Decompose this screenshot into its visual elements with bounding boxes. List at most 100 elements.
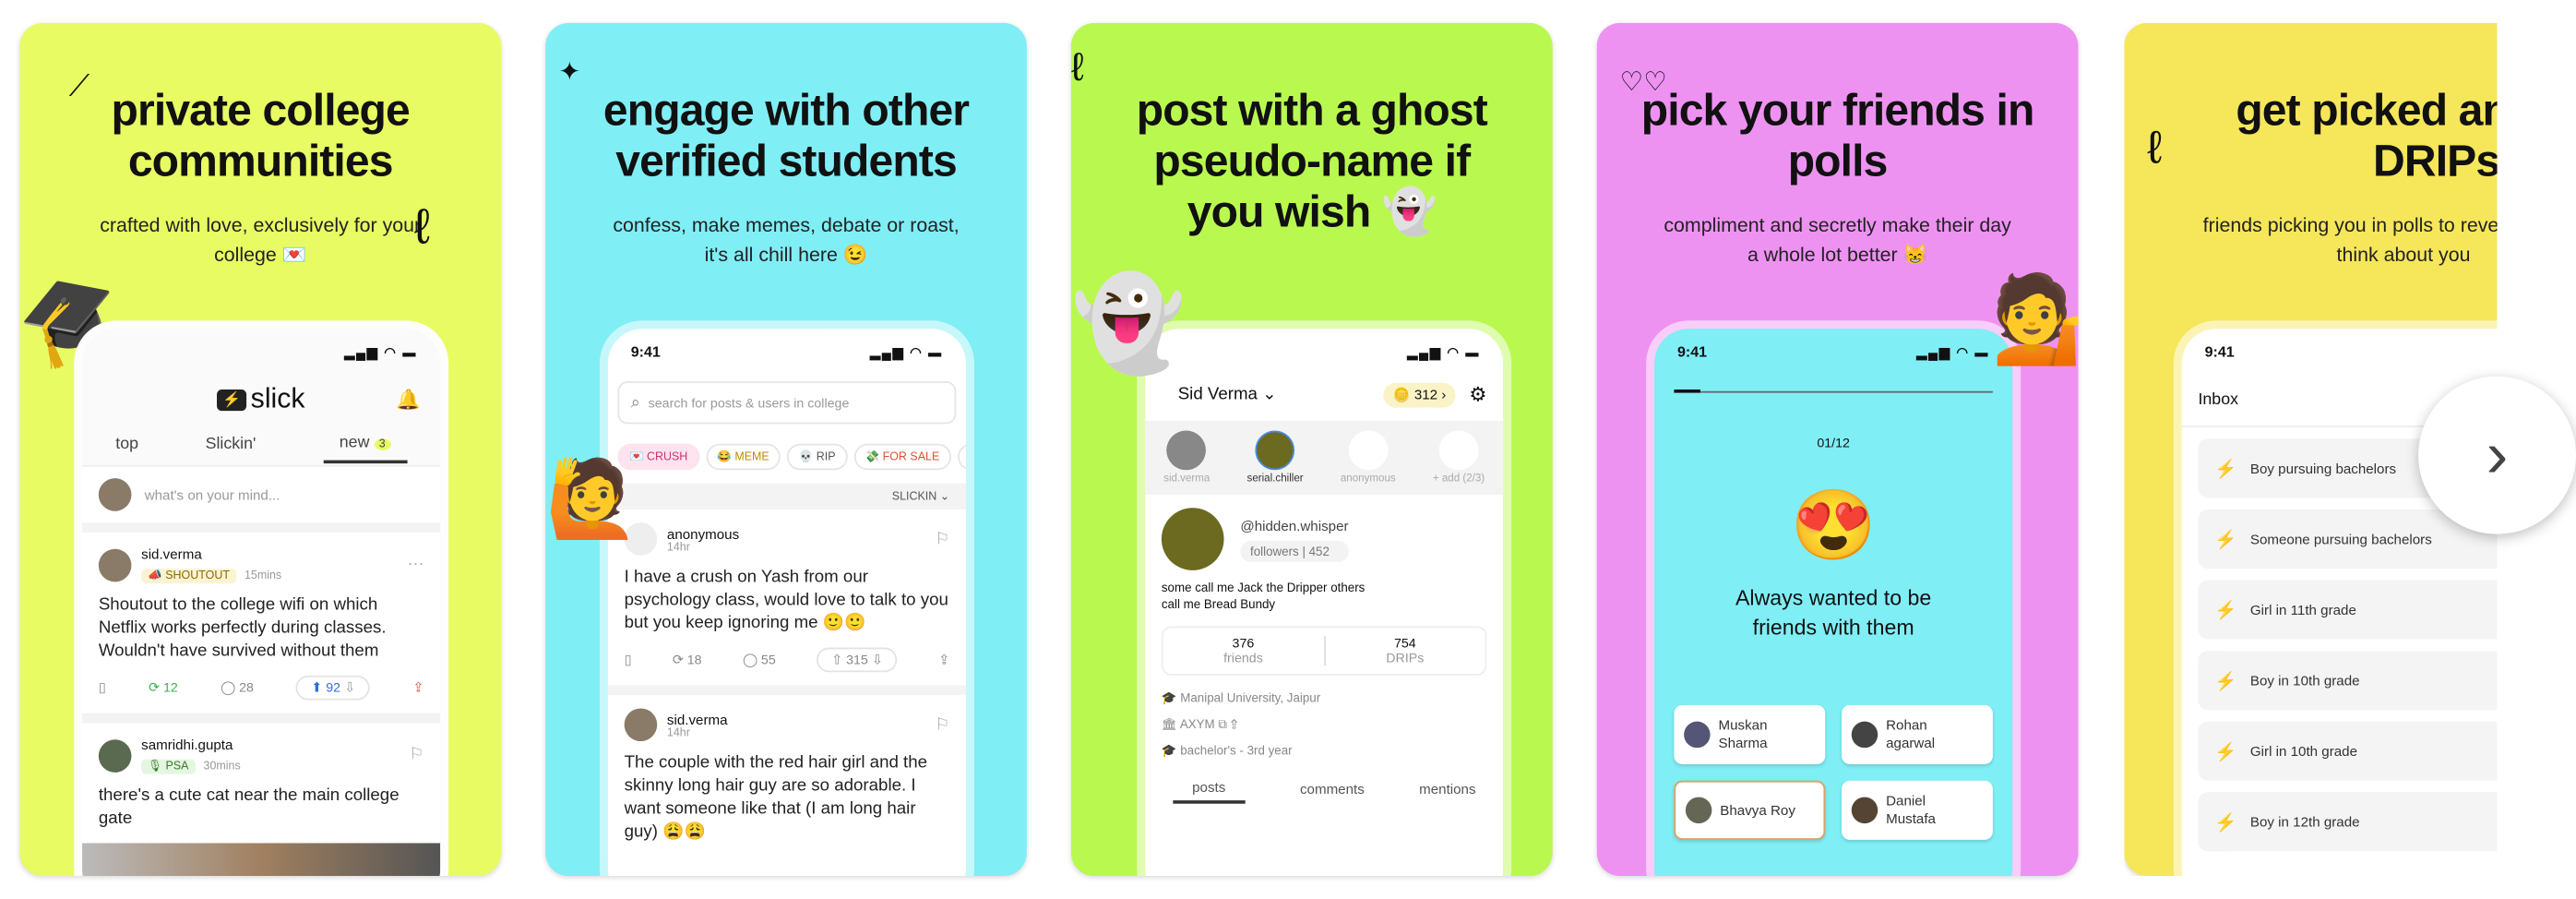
headline: engage with other verified students <box>602 85 970 186</box>
poll-option[interactable]: Daniel Mustafa <box>1842 780 1993 840</box>
post-text: The couple with the red hair girl and th… <box>624 752 928 842</box>
avatar <box>624 708 658 742</box>
tab-posts[interactable]: posts <box>1172 774 1246 804</box>
chip-more[interactable]: 📦 L <box>957 443 966 471</box>
inbox-item[interactable]: ⚡ Girl in 11th grade <box>2198 580 2498 640</box>
subtitle: friends picking you in polls to reveal w… <box>2202 213 2498 267</box>
coins-button[interactable]: 🪙 312 › <box>1383 381 1457 407</box>
post-image <box>82 843 441 877</box>
lightning-icon: ⚡ <box>2214 600 2237 621</box>
comment-button[interactable]: ◯ 55 <box>743 653 776 667</box>
poll-question: Always wanted to be friends with them <box>1735 584 1932 640</box>
post[interactable]: samridhi.gupta 🎙 PSA 30mins ⚐ there's a c… <box>82 713 441 877</box>
screenshot-card-4[interactable]: ♡♡ pick your friends in polls compliment… <box>1596 22 2079 877</box>
avatar <box>98 547 132 581</box>
headline: pick your friends in polls <box>1640 85 2035 186</box>
post-username: samridhi.gupta <box>141 736 233 753</box>
flag-icon[interactable]: ⚐ <box>935 715 949 734</box>
chip-for-sale[interactable]: 💸 FOR SALE <box>853 443 951 471</box>
inbox-item-label: Girl in 11th grade <box>2249 601 2356 618</box>
year-info: 🎓 bachelor's - 3rd year <box>1161 742 1293 758</box>
account-serial-chiller[interactable]: serial.chiller <box>1247 430 1304 485</box>
post-username: anonymous <box>666 524 740 542</box>
poll-counter: 01/12 <box>1817 435 1850 450</box>
flag-icon[interactable]: ⚐ <box>935 530 949 548</box>
screenshot-carousel: ⟋ private college communities crafted wi… <box>0 0 2576 899</box>
bookmark-icon[interactable]: ▯ <box>625 653 632 667</box>
swirl-icon: ℓ <box>413 200 430 255</box>
repost-button[interactable]: ⟳ 18 <box>673 653 702 667</box>
gear-icon[interactable]: ⚙ <box>1469 383 1486 406</box>
college-code: 🏛 AXYM ⧉ ⇪ <box>1161 716 1238 732</box>
lightning-icon: ⚡ <box>2214 459 2237 480</box>
status-icons: ▂▄▆ ◠ ▬ <box>344 344 418 360</box>
share-icon[interactable]: ⇪ <box>1231 716 1238 731</box>
profile-bio: some call me Jack the Dripper others cal… <box>1161 580 1366 612</box>
headline: get picked and earn DRIPs <box>2236 85 2498 186</box>
bell-icon[interactable]: 🔔 <box>396 388 421 411</box>
tab-new[interactable]: new 3 <box>322 426 407 464</box>
girl-character-illustration: 🙋 <box>545 455 640 541</box>
drips-stat[interactable]: 754 DRIPs <box>1323 636 1485 666</box>
post[interactable]: sid.verma 📣 SHOUTOUT 15mins ··· Shoutout … <box>82 522 441 713</box>
phone-mockup: ▂▄▆ ◠ ▬ ⚡ slick 🔔 top Slickin' new 3 wha… <box>74 320 449 877</box>
post-time: 30mins <box>203 761 241 773</box>
next-screenshot-button[interactable]: › <box>2418 376 2576 534</box>
girl-with-heart-illustration: 💁 <box>1991 270 2078 370</box>
share-icon[interactable]: ⇪ <box>412 680 423 695</box>
chip-rip[interactable]: 💀 RIP <box>787 443 848 471</box>
inbox-item[interactable]: ⚡ Boy in 10th grade <box>2198 651 2498 711</box>
more-icon[interactable]: ··· <box>408 556 424 574</box>
tab-mentions[interactable]: mentions <box>1419 781 1475 797</box>
followers-count[interactable]: followers | 452 <box>1240 539 1349 562</box>
post[interactable]: sid.verma 14hr ⚐ The couple with the red … <box>607 685 966 857</box>
inbox-item[interactable]: ⚡ Girl in 10th grade <box>2198 721 2498 781</box>
account-sid-verma[interactable]: sid.verma <box>1163 430 1210 485</box>
flag-icon[interactable]: ⚐ <box>409 746 423 764</box>
screenshot-card-2[interactable]: ✦ engage with other verified students co… <box>545 22 1027 877</box>
post-tag: 🎙 PSA <box>141 759 196 774</box>
poll-option[interactable]: Rohan agarwal <box>1842 704 1993 764</box>
profile-avatar <box>1161 508 1224 570</box>
copy-icon[interactable]: ⧉ <box>1218 716 1227 731</box>
post-time: 14hr <box>666 726 690 739</box>
chip-meme[interactable]: 😂 MEME <box>705 443 781 471</box>
bolt-logo-icon: ⚡ <box>217 389 246 411</box>
inbox-item[interactable]: ⚡ Boy in 12th grade <box>2198 792 2498 852</box>
composer-input[interactable]: what's on your mind... <box>145 486 280 503</box>
friends-stat[interactable]: 376 friends <box>1163 636 1324 665</box>
post-time: 14hr <box>666 541 690 554</box>
post-username: sid.verma <box>141 545 202 562</box>
vote-control[interactable]: ⇧ 315 ⇩ <box>817 647 898 673</box>
bookmark-icon[interactable]: ▯ <box>99 680 106 695</box>
search-input[interactable]: ⌕ search for posts & users in college <box>617 381 957 425</box>
poll-option[interactable]: Bhavya Roy <box>1674 780 1826 840</box>
screenshot-card-1[interactable]: ⟋ private college communities crafted wi… <box>19 22 502 877</box>
post-tag: 📣 SHOUTOUT <box>141 569 237 584</box>
phone-mockup: 9:41 ▂▄▆ ◠ ▬ 01/12 😍 Always wanted to be … <box>1646 320 2021 877</box>
sparkles-icon: ✦ <box>558 59 581 88</box>
status-time: 9:41 <box>1676 343 1708 360</box>
tab-top[interactable]: top <box>115 436 138 454</box>
comment-button[interactable]: ◯ 28 <box>221 680 254 695</box>
screenshot-card-3[interactable]: ℓ post with a ghost pseudo-name if you w… <box>1070 22 1553 877</box>
repost-button[interactable]: ⟳ 12 <box>149 680 178 695</box>
avatar <box>98 738 132 772</box>
account-switcher[interactable]: Sid Verma ⌄ <box>1178 385 1277 404</box>
lightning-icon: ⚡ <box>2214 741 2237 762</box>
share-icon[interactable]: ⇪ <box>938 653 949 667</box>
search-icon: ⌕ <box>630 393 640 413</box>
vote-control[interactable]: ⬆ 92 ⇩ <box>296 675 371 701</box>
chevron-right-icon: › <box>2486 418 2509 491</box>
status-time: 9:41 <box>2204 343 2235 360</box>
add-account-button[interactable]: + add (2/3) <box>1433 430 1485 485</box>
post[interactable]: anonymous 14hr ⚐ I have a crush on Yash f… <box>607 509 966 686</box>
account-anonymous[interactable]: anonymous <box>1341 430 1396 485</box>
tab-slickin[interactable]: Slickin' <box>206 436 256 454</box>
tab-comments[interactable]: comments <box>1300 781 1365 797</box>
subtitle: compliment and secretly make their day a… <box>1664 213 2011 267</box>
post-text: Shoutout to the college wifi on which Ne… <box>98 594 387 661</box>
poll-option[interactable]: Muskan Sharma <box>1674 704 1826 764</box>
sort-dropdown[interactable]: SLICKIN ⌄ <box>607 483 966 509</box>
post-time: 15mins <box>244 569 282 582</box>
